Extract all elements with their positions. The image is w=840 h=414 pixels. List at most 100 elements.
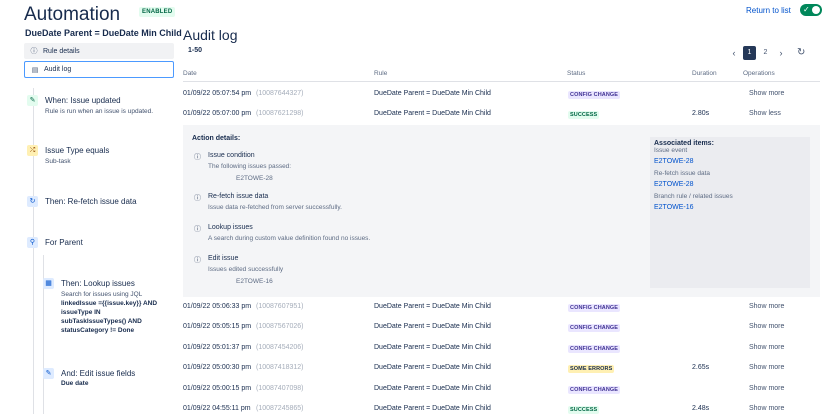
column-operations: Operations [743,70,775,77]
refresh-icon[interactable]: ↻ [797,47,805,58]
info-icon: ⓘ [194,154,201,161]
row-duration: 2.65s [692,364,710,371]
row-id: (10087407098) [256,385,304,392]
jql-line: issueType IN [61,309,101,316]
page-button-2[interactable]: 2 [759,46,772,60]
step-trigger[interactable]: ✎ When: Issue updated Rule is run when a… [27,95,153,116]
row-id: (10087454206) [256,344,304,351]
step-branch[interactable]: ⚲ For Parent [27,237,83,248]
detail-title: Re-fetch issue data [208,193,269,200]
sidebar-item-rule-details[interactable]: ⓘ Rule details [24,43,174,59]
row-date: 01/09/22 05:00:30 pm [183,364,252,371]
table-row: 01/09/22 05:01:37 pm (10087454206) DueDa… [183,338,820,358]
step-subtitle: Rule is run when an issue is updated. [45,108,154,115]
row-duration: 2.80s [692,110,710,117]
step-title: Then: Re-fetch issue data [45,197,137,206]
detail-title: Edit issue [208,255,239,262]
show-less-button[interactable]: Show less [749,110,781,117]
table-header: Date Rule Status Duration Operations [183,70,820,82]
status-badge: CONFIG CHANGE [568,304,621,312]
sidebar-item-label: Rule details [43,47,80,55]
status-badge: SOME ERRORS [568,365,615,373]
row-rule: DueDate Parent = DueDate Min Child [374,323,491,330]
show-more-button[interactable]: Show more [749,303,784,310]
check-icon: ✓ [803,5,810,14]
status-badge: CONFIG CHANGE [568,324,621,332]
row-date: 01/09/22 05:00:15 pm [183,385,252,392]
step-lookup[interactable]: ▦ Then: Lookup issues Search for issues … [43,278,157,335]
associated-label: Re-fetch issue data [654,170,711,177]
column-duration: Duration [692,70,717,77]
document-icon: ▤ [31,66,39,74]
steps-connector-line [33,88,34,414]
step-subtitle: Search for issues using JQL [61,291,143,298]
issue-key-link[interactable]: E2TOWE-16 [654,204,806,211]
column-date: Date [183,70,197,77]
detail-subtitle: A search during custom value definition … [208,235,371,242]
step-title: And: Edit issue fields [61,369,136,378]
row-rule: DueDate Parent = DueDate Min Child [374,405,491,412]
step-condition[interactable]: ⤮ Issue Type equals Sub-task [27,145,109,166]
issue-key-link[interactable]: E2TOWE-28 [654,158,806,165]
jql-line: linkedIssue ={{issue.key}} AND [61,300,158,307]
status-badge: CONFIG CHANGE [568,91,621,99]
hierarchy-icon: ⚲ [27,237,38,248]
sidebar-item-audit-log[interactable]: ▤ Audit log [24,61,174,78]
step-refetch[interactable]: ↻ Then: Re-fetch issue data [27,196,137,207]
rule-enabled-toggle[interactable]: ✓ [800,4,822,16]
enabled-badge: ENABLED [139,7,176,17]
show-more-button[interactable]: Show more [749,405,784,412]
action-details-heading: Action details: [192,135,241,142]
table-row: 01/09/22 04:55:11 pm (10087245865) DueDa… [183,399,820,414]
issue-key: E2TOWE-16 [236,278,273,285]
detail-title: Lookup issues [208,224,253,231]
status-badge: SUCCESS [568,111,600,119]
chevron-right-icon[interactable]: › [775,48,787,58]
info-icon: ⓘ [194,226,201,233]
table-row: 01/09/22 05:05:15 pm (10087567026) DueDa… [183,317,820,337]
detail-title: Issue condition [208,152,255,159]
step-title: When: Issue updated [45,96,121,105]
show-more-button[interactable]: Show more [749,364,784,371]
row-rule: DueDate Parent = DueDate Min Child [374,90,491,97]
row-id: (10087418312) [256,364,304,371]
row-date: 01/09/22 05:05:15 pm [183,323,252,330]
rule-name: DueDate Parent = DueDate Min Child [25,28,182,38]
row-id: (10087245865) [256,405,304,412]
associated-items-panel: Associated items: Issue event E2TOWE-28 … [650,137,810,288]
issue-key-link[interactable]: E2TOWE-28 [654,181,806,188]
row-rule: DueDate Parent = DueDate Min Child [374,303,491,310]
pagination: ‹ 1 2 › [728,46,790,60]
return-to-list-link[interactable]: Return to list [746,6,791,15]
chevron-left-icon[interactable]: ‹ [728,48,740,58]
shuffle-icon: ⤮ [27,145,38,156]
field-name: Due date [61,380,89,387]
sidebar-nav: ⓘ Rule details ▤ Audit log [24,43,174,80]
row-rule: DueDate Parent = DueDate Min Child [374,344,491,351]
pencil-icon: ✎ [27,95,38,106]
associated-heading: Associated items: [654,140,714,147]
page-button-1[interactable]: 1 [743,46,756,60]
show-more-button[interactable]: Show more [749,385,784,392]
show-more-button[interactable]: Show more [749,344,784,351]
show-more-button[interactable]: Show more [749,90,784,97]
row-rule: DueDate Parent = DueDate Min Child [374,385,491,392]
sidebar-item-label: Audit log [44,66,72,73]
jql-line: subTaskIssueTypes() AND [61,318,142,325]
app-title: Automation [24,4,121,25]
jql-line: statusCategory != Done [61,327,135,334]
show-more-button[interactable]: Show more [749,323,784,330]
row-date: 01/09/22 05:07:00 pm [183,110,252,117]
row-date: 01/09/22 05:01:37 pm [183,344,252,351]
column-rule: Rule [374,70,388,77]
list-icon: ▦ [43,278,54,289]
row-id: (10087567026) [256,323,304,330]
step-edit-issue[interactable]: ✎ And: Edit issue fields Due date [43,368,135,388]
detail-subtitle: The following issues passed: [208,163,292,170]
row-rule: DueDate Parent = DueDate Min Child [374,110,491,117]
issue-key: E2TOWE-28 [236,175,273,182]
row-date: 01/09/22 04:55:11 pm [183,405,251,412]
step-title: For Parent [45,238,83,247]
row-duration: 2.48s [692,405,710,412]
info-icon: ⓘ [30,48,38,55]
